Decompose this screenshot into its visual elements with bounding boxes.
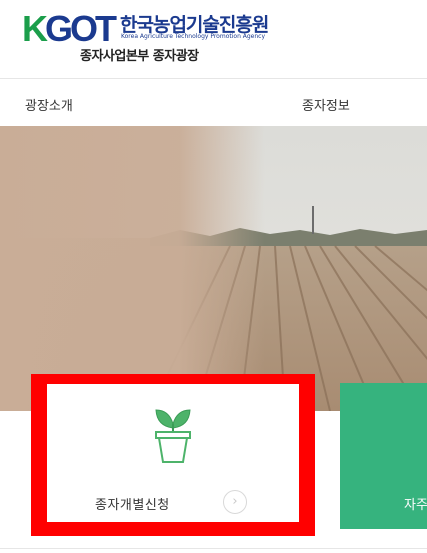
nav-item-seed-info[interactable]: 종자정보: [302, 95, 350, 114]
logo-mark-rest: GOT: [45, 8, 117, 49]
nav-item-square-intro[interactable]: 광장소개: [25, 95, 73, 114]
chevron-right-icon[interactable]: ›: [223, 490, 247, 514]
logo-mark-k: K: [22, 8, 48, 49]
site-subtitle: 종자사업본부 종자광장: [80, 49, 199, 64]
site-header: KGOT 한국농업기술진흥원 Korea Agriculture Technol…: [0, 0, 427, 79]
card-label: 종자개별신청: [95, 498, 170, 513]
divider: [0, 548, 427, 549]
kgot-logo[interactable]: KGOT: [22, 8, 117, 49]
main-nav: 광장소개 종자정보: [0, 79, 427, 127]
field-illustration: [0, 126, 427, 411]
seed-individual-application-card[interactable]: 종자개별신청 ›: [47, 384, 299, 522]
org-name-english: Korea Agriculture Technology Promotion A…: [121, 33, 266, 40]
highlight-frame: 종자개별신청 ›: [31, 374, 315, 536]
hero-field-image: [0, 126, 427, 411]
faq-card-label: 자주: [404, 498, 427, 513]
seedling-pot-icon: [155, 409, 191, 463]
faq-card[interactable]: 자주: [340, 383, 427, 529]
